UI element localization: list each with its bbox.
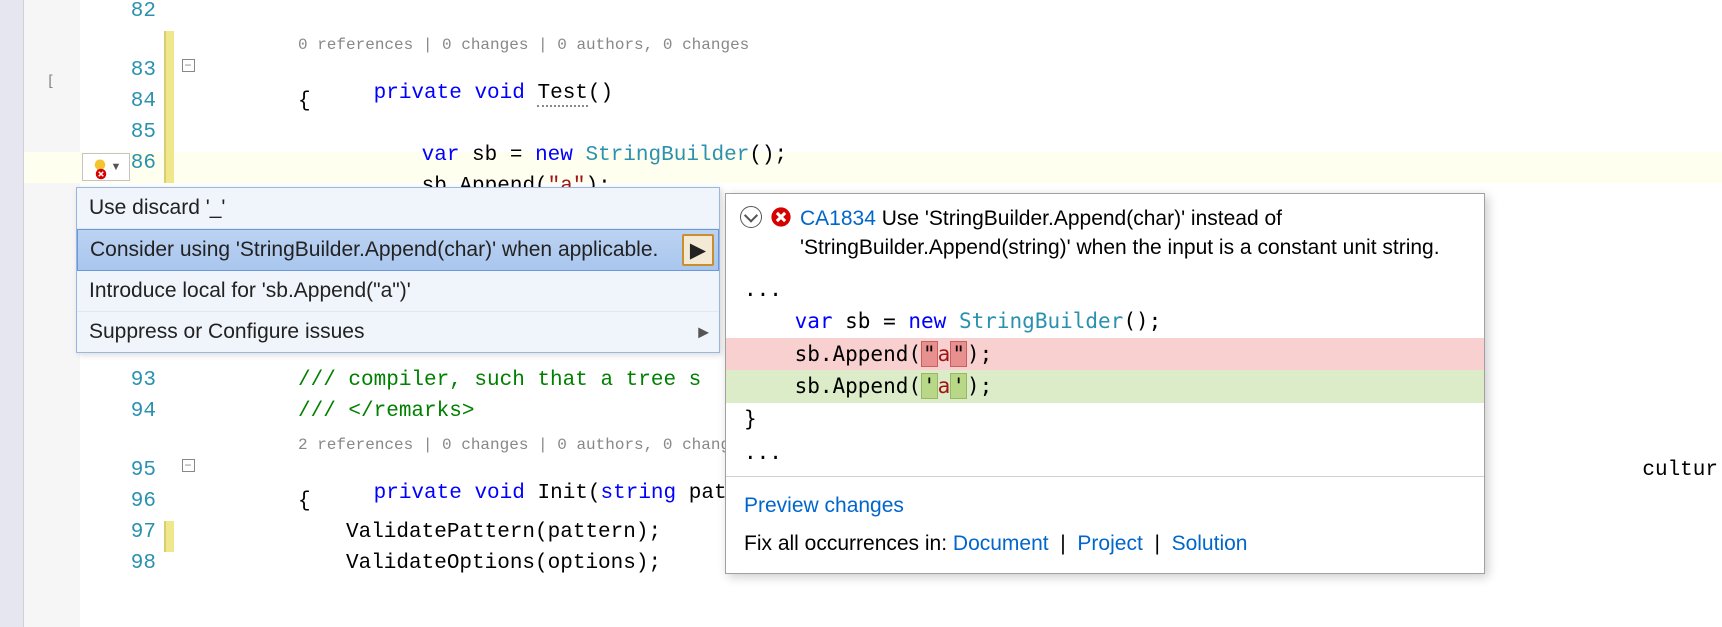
fold-toggle[interactable]: − — [182, 459, 195, 472]
line-number: 98 — [24, 552, 164, 575]
preview-changes-link[interactable]: Preview changes — [744, 494, 904, 517]
diff-preview: ... var sb = new StringBuilder(); sb.App… — [726, 269, 1484, 476]
code-fix-preview: CA1834 Use 'StringBuilder.Append(char)' … — [725, 193, 1485, 574]
menu-item-append-char[interactable]: Consider using 'StringBuilder.Append(cha… — [77, 229, 719, 271]
fix-project-link[interactable]: Project — [1077, 532, 1142, 555]
line-number: 85 — [24, 121, 164, 144]
line-number: 95 — [24, 459, 164, 482]
menu-item-suppress[interactable]: Suppress or Configure issues ▶ — [77, 312, 719, 352]
editor-left-strip — [0, 0, 24, 627]
wrapped-text: cultur — [1642, 459, 1718, 482]
rule-id-link[interactable]: CA1834 — [800, 207, 876, 230]
line-number: 82 — [24, 0, 164, 23]
submenu-arrow-icon: ▶ — [698, 324, 709, 341]
menu-item-introduce-local[interactable]: Introduce local for 'sb.Append("a")' — [77, 271, 719, 312]
quick-actions-bulb[interactable]: ▼ — [82, 153, 130, 181]
fix-all-label: Fix all occurrences in: — [744, 532, 953, 555]
fix-document-link[interactable]: Document — [953, 532, 1049, 555]
fold-toggle[interactable]: − — [182, 59, 195, 72]
line-number: 94 — [24, 400, 164, 423]
menu-item-use-discard[interactable]: Use discard '_' — [77, 188, 719, 229]
fix-solution-link[interactable]: Solution — [1172, 532, 1248, 555]
error-badge-icon — [95, 168, 107, 180]
line-number: 96 — [24, 490, 164, 513]
quick-actions-menu: Use discard '_' Consider using 'StringBu… — [76, 187, 720, 353]
submenu-arrow-icon[interactable]: ▶ — [682, 234, 714, 266]
line-number: 83 — [24, 59, 164, 82]
line-number: 93 — [24, 369, 164, 392]
line-number: 84 — [24, 90, 164, 113]
codelens[interactable]: 0 references | 0 changes | 0 authors, 0 … — [250, 36, 749, 54]
diagnostic-text: CA1834 Use 'StringBuilder.Append(char)' … — [800, 204, 1470, 263]
line-number: 97 — [24, 521, 164, 544]
collapse-toggle-icon[interactable] — [740, 206, 762, 228]
codelens[interactable]: 2 references | 0 changes | 0 authors, 0 … — [250, 436, 749, 454]
error-icon — [770, 206, 792, 228]
